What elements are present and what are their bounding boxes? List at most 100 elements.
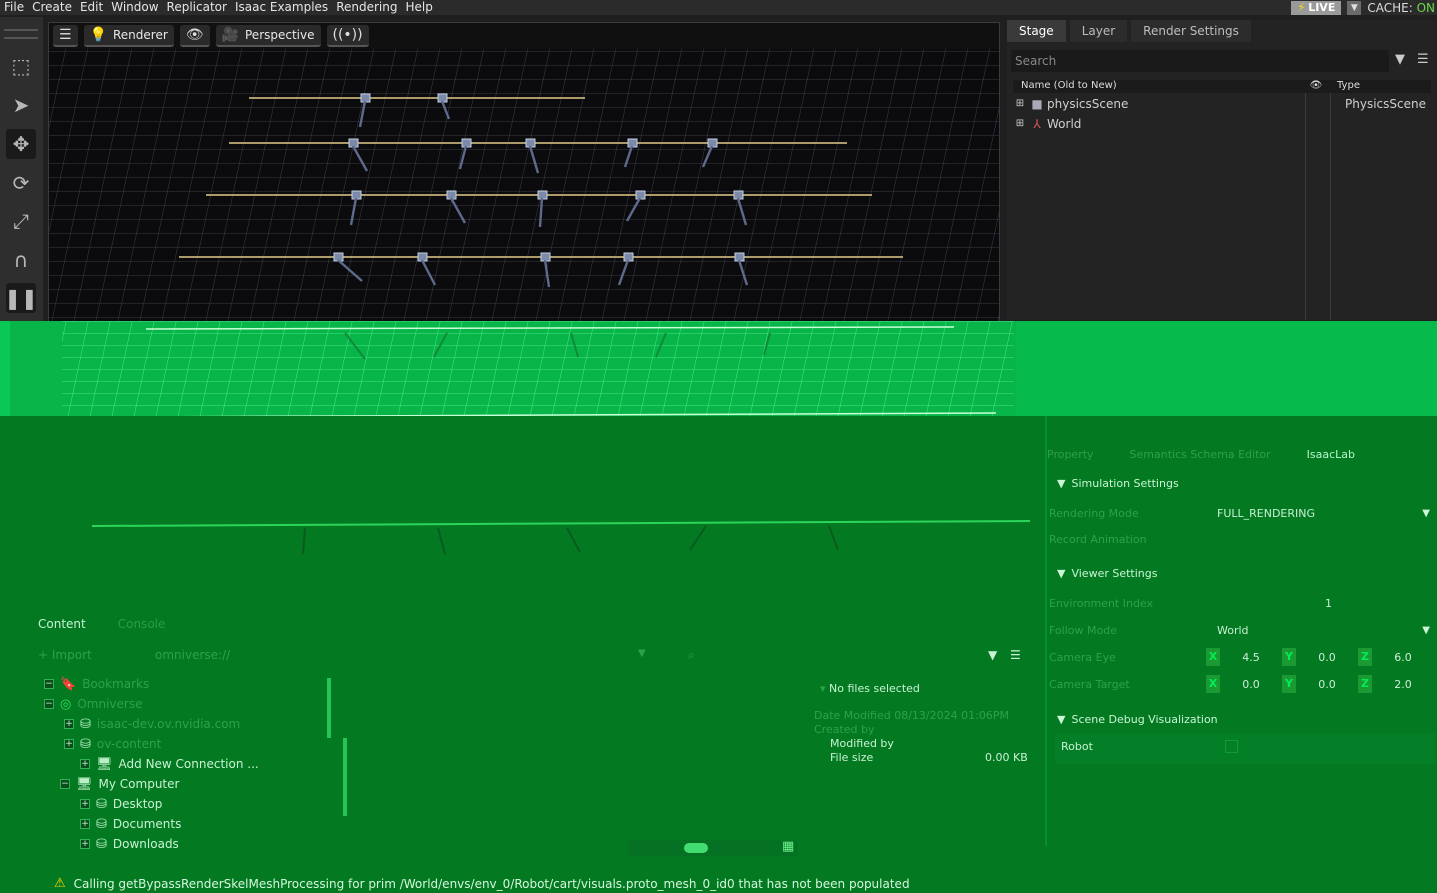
- rendering-mode-select[interactable]: FULL_RENDERING: [1217, 507, 1315, 520]
- hamburger-icon[interactable]: ☰: [1417, 52, 1429, 67]
- snap-icon[interactable]: ∩: [6, 245, 36, 275]
- select-icon[interactable]: ⬚: [6, 51, 36, 81]
- expand-icon[interactable]: +: [64, 739, 74, 749]
- expand-icon[interactable]: +: [80, 759, 90, 769]
- expand-icon[interactable]: +: [80, 799, 90, 809]
- camera-eye-y[interactable]: 0.0: [1296, 651, 1358, 664]
- drive-icon: ⛁: [96, 816, 107, 832]
- menu-window[interactable]: Window: [107, 0, 162, 15]
- scene-debug-header[interactable]: ▼ Scene Debug Visualization: [1057, 713, 1218, 726]
- tab-layer[interactable]: Layer: [1069, 20, 1128, 42]
- tab-render-settings[interactable]: Render Settings: [1131, 20, 1251, 42]
- filter-icon[interactable]: ▼: [988, 648, 997, 662]
- environment-index-field[interactable]: 1: [1325, 597, 1332, 610]
- expand-icon[interactable]: +: [80, 839, 90, 849]
- import-button[interactable]: + Import: [38, 648, 92, 662]
- tab-semantics-schema-editor[interactable]: Semantics Schema Editor: [1130, 448, 1271, 461]
- menu-edit[interactable]: Edit: [76, 0, 107, 15]
- simulation-settings-header[interactable]: ▼ Simulation Settings: [1057, 477, 1179, 490]
- viewport[interactable]: ☰ 💡 Renderer 👁 🎥 Perspective ((•)): [48, 22, 1000, 322]
- pause-icon[interactable]: ❚❚: [4, 283, 38, 313]
- cache-status: CACHE: ON: [1367, 1, 1435, 15]
- grid-view-icon[interactable]: ▦: [782, 839, 794, 854]
- expand-icon[interactable]: ⊞: [1013, 98, 1027, 110]
- tab-isaaclab[interactable]: IsaacLab: [1307, 448, 1355, 461]
- tree-item-documents[interactable]: + ⛁ Documents: [80, 814, 181, 834]
- move-icon[interactable]: ✥: [6, 129, 36, 159]
- tree-item-my-computer[interactable]: − 🖥 My Computer: [60, 774, 179, 794]
- tree-item-add-connection[interactable]: + 🖥 Add New Connection ...: [80, 754, 259, 774]
- menu-file[interactable]: File: [0, 0, 28, 15]
- record-animation-label[interactable]: Record Animation: [1049, 533, 1217, 546]
- bolt-icon: ⚡: [1297, 0, 1306, 14]
- record-animation-row: Record Animation: [1049, 533, 1434, 546]
- tree-scrollbar-lower[interactable]: [343, 738, 347, 816]
- tree-item-desktop[interactable]: + ⛁ Desktop: [80, 794, 162, 814]
- collapse-icon[interactable]: −: [60, 779, 70, 789]
- content-path-row: + Import omniverse:// ▼ ⌕ ▼ ☰: [38, 648, 1028, 666]
- status-message[interactable]: Calling getBypassRenderSkelMeshProcessin…: [74, 877, 910, 891]
- follow-mode-select[interactable]: World: [1217, 624, 1249, 637]
- expand-icon[interactable]: ⊞: [1013, 118, 1027, 130]
- col-name[interactable]: Name (Old to New): [1013, 80, 1303, 93]
- toolbar-grip[interactable]: [4, 29, 38, 39]
- robot-checkbox[interactable]: [1225, 740, 1238, 753]
- menu-rendering[interactable]: Rendering: [332, 0, 401, 15]
- zoom-slider-handle[interactable]: [684, 843, 708, 853]
- camera-target-y[interactable]: 0.0: [1296, 678, 1358, 691]
- modified-by: Modified by: [830, 737, 894, 750]
- tab-console[interactable]: Console: [118, 617, 166, 631]
- collapse-icon[interactable]: −: [44, 679, 54, 689]
- col-type[interactable]: Type: [1329, 80, 1360, 93]
- filter-icon[interactable]: ▼: [1395, 52, 1405, 67]
- tree-row-world[interactable]: ⊞ ⅄ World: [1013, 114, 1431, 134]
- stage-search-input[interactable]: Search: [1011, 50, 1389, 72]
- chevron-down-icon[interactable]: ▼: [1422, 508, 1430, 519]
- broadcast-icon: ((•)): [332, 27, 363, 43]
- no-files-label: No files selected: [829, 682, 920, 695]
- tree-label: ov-content: [96, 737, 162, 751]
- live-dropdown-button[interactable]: ▼: [1347, 0, 1362, 15]
- viewport-settings-button[interactable]: ☰: [53, 25, 78, 47]
- broadcast-button[interactable]: ((•)): [326, 25, 369, 47]
- collapse-icon[interactable]: −: [44, 699, 54, 709]
- tab-stage[interactable]: Stage: [1007, 20, 1066, 42]
- menu-create[interactable]: Create: [28, 0, 76, 15]
- menu-replicator[interactable]: Replicator: [163, 0, 231, 15]
- expand-icon[interactable]: +: [80, 819, 90, 829]
- rotate-icon[interactable]: ⟳: [6, 168, 36, 198]
- camera-eye-z[interactable]: 6.0: [1372, 651, 1434, 664]
- tree-item-omniverse[interactable]: − ◎ Omniverse: [44, 694, 142, 714]
- tree-item-server[interactable]: + ⛁ isaac-dev.ov.nvidia.com: [64, 714, 240, 734]
- camera-eye-row: Camera Eye X 4.5 Y 0.0 Z 6.0: [1049, 648, 1434, 666]
- tab-content[interactable]: Content: [38, 617, 86, 631]
- environment-index-label: Environment Index: [1049, 597, 1154, 610]
- visibility-button[interactable]: 👁: [179, 25, 210, 47]
- path-input[interactable]: omniverse://: [155, 648, 230, 662]
- live-button[interactable]: ⚡ LIVE: [1291, 0, 1342, 15]
- tree-item-bookmarks[interactable]: − 🔖 Bookmarks: [44, 674, 149, 694]
- expand-icon[interactable]: +: [64, 719, 74, 729]
- viewer-settings-header[interactable]: ▼ Viewer Settings: [1057, 567, 1157, 580]
- camera-target-z[interactable]: 2.0: [1372, 678, 1434, 691]
- camera-target-x[interactable]: 0.0: [1220, 678, 1282, 691]
- tree-item-downloads[interactable]: + ⛁ Downloads: [80, 834, 179, 854]
- tree-scrollbar[interactable]: [327, 678, 331, 738]
- tab-property[interactable]: Property: [1047, 448, 1094, 461]
- tree-row-physicsscene[interactable]: ⊞ ■ physicsScene PhysicsScene: [1013, 94, 1431, 114]
- search-icon[interactable]: ⌕: [688, 648, 695, 663]
- arrow-icon[interactable]: ➤: [6, 90, 36, 120]
- zoom-slider[interactable]: ▦: [628, 839, 798, 856]
- camera-eye-x[interactable]: 4.5: [1220, 651, 1282, 664]
- tree-item-ov-content[interactable]: + ⛁ ov-content: [64, 734, 161, 754]
- camera-button[interactable]: 🎥 Perspective: [215, 25, 321, 47]
- hamburger-icon[interactable]: ☰: [1010, 648, 1021, 662]
- renderer-button[interactable]: 💡 Renderer: [83, 25, 174, 47]
- chevron-down-icon[interactable]: ▼: [1422, 625, 1430, 636]
- menu-help[interactable]: Help: [401, 0, 436, 15]
- stage-tree-header: Name (Old to New) 👁 Type: [1013, 80, 1431, 93]
- menu-isaac-examples[interactable]: Isaac Examples: [231, 0, 332, 15]
- warning-icon: ⚠: [54, 876, 66, 891]
- path-dropdown-icon[interactable]: ▼: [638, 648, 646, 659]
- scale-icon[interactable]: ⤢: [6, 206, 36, 236]
